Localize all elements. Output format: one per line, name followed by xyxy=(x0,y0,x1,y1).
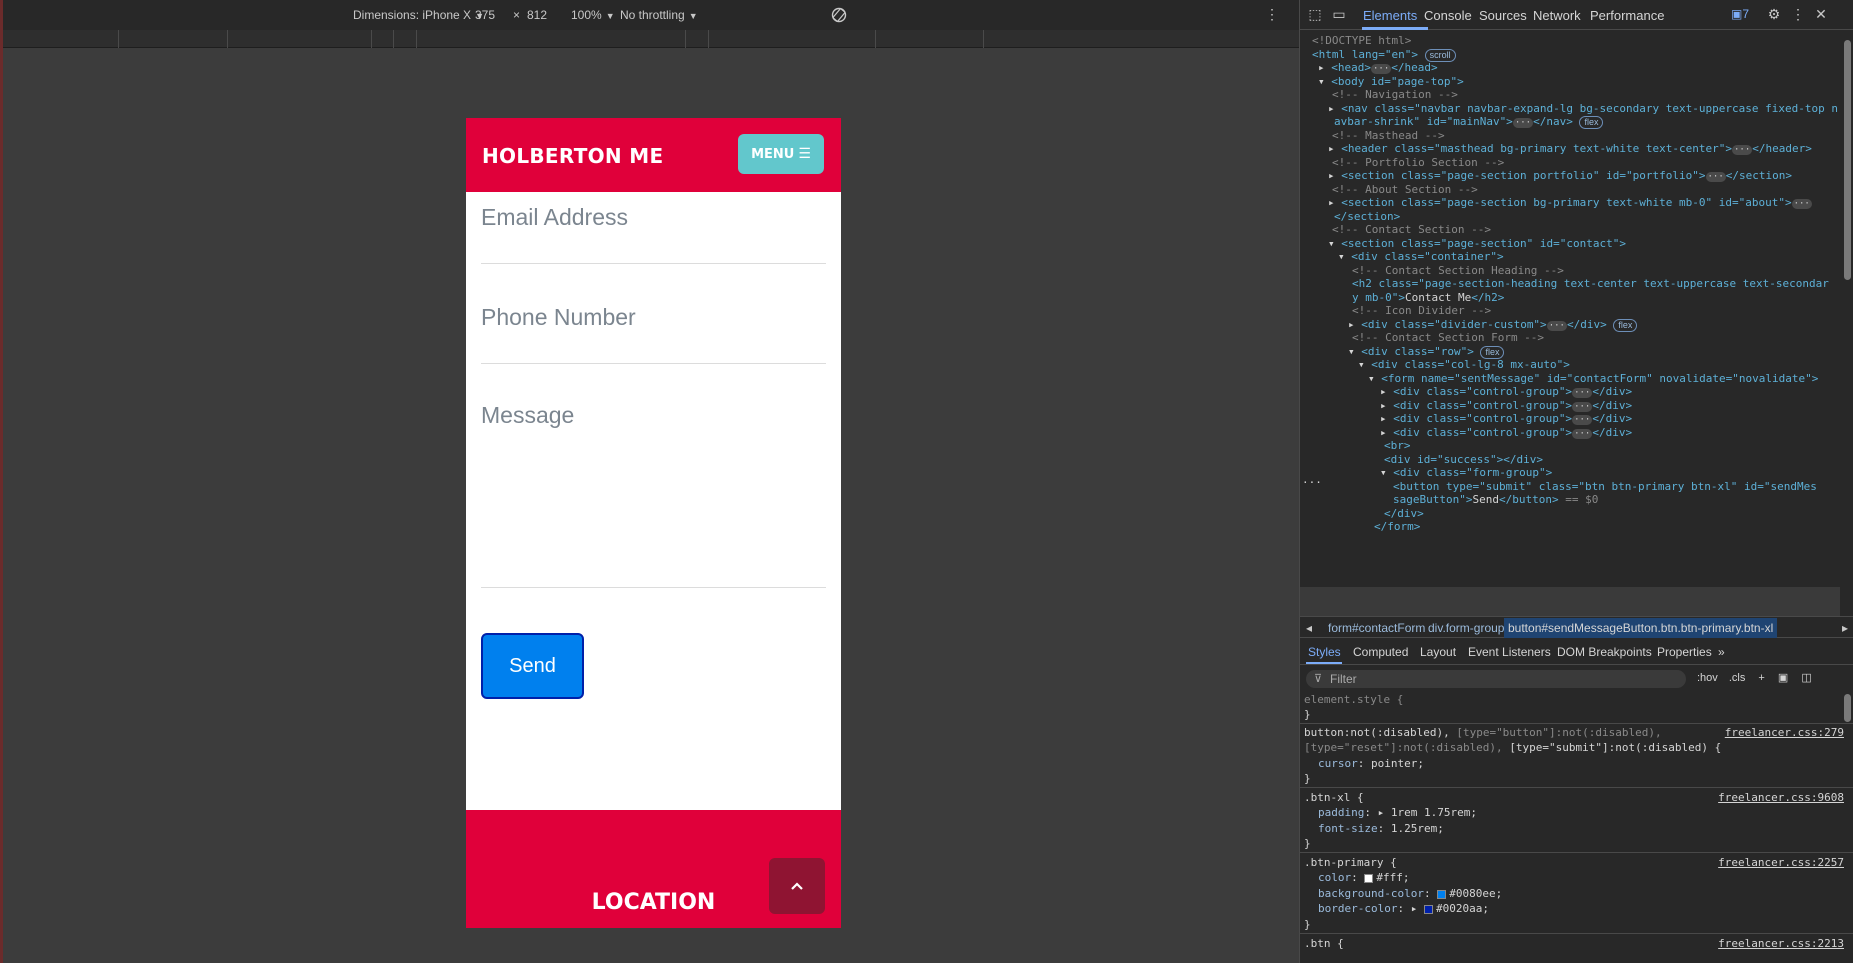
filter-icon: ⊽ xyxy=(1314,673,1323,685)
tab-styles[interactable]: Styles xyxy=(1308,645,1341,659)
dom-node[interactable]: ▸ <section class="page-section bg-primar… xyxy=(1328,195,1812,211)
tab-layout[interactable]: Layout xyxy=(1420,645,1456,659)
throttling-select[interactable]: No throttling ▼ xyxy=(620,8,698,22)
breadcrumb-item[interactable]: form#contactForm xyxy=(1328,621,1425,635)
source-link[interactable]: freelancer.css:279 xyxy=(1725,725,1844,741)
inspect-element-icon[interactable]: ⬚ xyxy=(1306,6,1324,24)
device-toolbar: Dimensions: iPhone X ▼ 375 × 812 100% ▼ No… xyxy=(3,0,1299,30)
source-link[interactable]: freelancer.css:2213 xyxy=(1718,936,1844,952)
hov-toggle[interactable]: :hov xyxy=(1697,672,1718,684)
dom-scrollbar[interactable] xyxy=(1844,40,1851,280)
more-options-icon[interactable]: ⋮ xyxy=(1789,6,1807,24)
selected-node-highlight xyxy=(1300,587,1840,616)
paint-icon[interactable]: ▣ xyxy=(1778,672,1788,684)
send-button[interactable]: Send xyxy=(481,633,584,699)
tab-computed[interactable]: Computed xyxy=(1353,645,1408,659)
width-input[interactable]: 375 xyxy=(475,8,495,22)
tab-event-listeners[interactable]: Event Listeners xyxy=(1468,645,1551,659)
devtools-tabbar: ⬚ ▭ Elements Console Sources Network Per… xyxy=(1300,0,1853,30)
hamburger-icon: ☰ xyxy=(798,146,811,162)
styles-subtabs: Styles Computed Layout Event Listeners D… xyxy=(1300,639,1853,665)
filter-input[interactable]: Filter xyxy=(1306,670,1686,688)
media-query-ruler xyxy=(3,30,1299,48)
footer-section: LOCATION xyxy=(466,810,841,928)
device-toggle-icon[interactable]: ▭ xyxy=(1330,6,1348,24)
tab-properties[interactable]: Properties xyxy=(1657,645,1712,659)
sidebar-toggle-icon[interactable]: ◫ xyxy=(1801,672,1811,684)
dom-tree: <!DOCTYPE html> <html lang="en"> scroll … xyxy=(1300,31,1840,616)
breadcrumb-item-active[interactable]: button#sendMessageButton.btn.btn-primary… xyxy=(1504,618,1778,638)
close-icon[interactable]: ✕ xyxy=(1812,6,1830,24)
phone-field[interactable]: Phone Number xyxy=(481,304,826,364)
navbar: HOLBERTON ME MENU ☰ xyxy=(466,118,841,192)
styles-pane: element.style { } button:not(:disabled),… xyxy=(1300,692,1853,963)
tab-network[interactable]: Network xyxy=(1533,8,1581,23)
color-swatch[interactable] xyxy=(1437,889,1447,899)
zoom-select[interactable]: 100% ▼ xyxy=(571,8,615,22)
scroll-to-top-button[interactable] xyxy=(769,858,825,914)
breadcrumb-item[interactable]: div.form-group xyxy=(1428,621,1504,635)
phone-page: HOLBERTON ME MENU ☰ Email Address Phone … xyxy=(466,118,841,928)
message-field[interactable]: Message xyxy=(481,402,826,588)
color-swatch[interactable] xyxy=(1423,904,1433,914)
times-label: × xyxy=(513,8,521,22)
tab-dom-breakpoints[interactable]: DOM Breakpoints xyxy=(1557,645,1652,659)
styles-filter-bar: Filter ⊽ :hov .cls + ▣ ◫ xyxy=(1300,666,1853,692)
brand-title[interactable]: HOLBERTON ME xyxy=(482,144,663,168)
breadcrumb-forward-icon[interactable]: ▸ xyxy=(1842,621,1848,635)
breadcrumb-back-icon[interactable]: ◂ xyxy=(1306,621,1312,635)
tab-elements[interactable]: Elements xyxy=(1363,8,1417,23)
color-swatch[interactable] xyxy=(1364,873,1374,883)
caret-down-icon: ▼ xyxy=(688,11,698,21)
rotate-icon[interactable] xyxy=(829,5,849,25)
tab-console[interactable]: Console xyxy=(1424,8,1472,23)
more-tabs-icon[interactable]: » xyxy=(1718,645,1725,659)
caret-down-icon: ▼ xyxy=(605,11,615,21)
chevron-up-icon xyxy=(791,882,803,890)
more-options-icon[interactable]: ⋮ xyxy=(1265,6,1279,23)
tab-sources[interactable]: Sources xyxy=(1479,8,1527,23)
settings-gear-icon[interactable]: ⚙ xyxy=(1765,6,1783,24)
device-viewport: HOLBERTON ME MENU ☰ Email Address Phone … xyxy=(3,48,1299,963)
email-field[interactable]: Email Address xyxy=(481,204,826,264)
issues-badge[interactable]: ▣7 xyxy=(1731,7,1749,21)
devtools-panel: ⬚ ▭ Elements Console Sources Network Per… xyxy=(1299,0,1853,963)
breadcrumb: ◂ form#contactForm div.form-group button… xyxy=(1300,616,1853,638)
dom-node[interactable]: ▸ <div class="control-group"> ··· </div> xyxy=(1380,425,1632,441)
tab-performance[interactable]: Performance xyxy=(1590,8,1664,23)
styles-scrollbar[interactable] xyxy=(1844,694,1851,722)
menu-button[interactable]: MENU ☰ xyxy=(738,134,824,174)
height-input[interactable]: 812 xyxy=(527,8,547,22)
source-link[interactable]: freelancer.css:2257 xyxy=(1718,855,1844,871)
cls-toggle[interactable]: .cls xyxy=(1729,672,1746,684)
device-select[interactable]: Dimensions: iPhone X ▼ xyxy=(353,8,484,22)
source-link[interactable]: freelancer.css:9608 xyxy=(1718,790,1844,806)
add-rule-icon[interactable]: + xyxy=(1758,672,1764,684)
